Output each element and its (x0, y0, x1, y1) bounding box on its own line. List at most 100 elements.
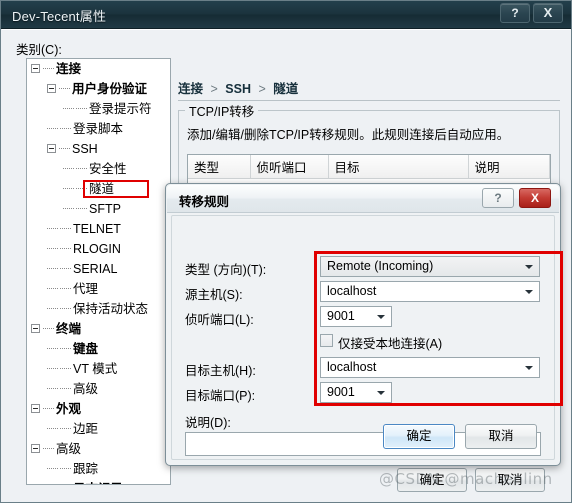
expander-icon[interactable] (31, 404, 40, 414)
tree-item[interactable]: 跟踪 (27, 459, 170, 479)
listen-port-combobox[interactable]: 9001 (320, 306, 392, 327)
chevron-down-icon (377, 391, 385, 395)
window-help-button[interactable]: ? (500, 3, 530, 23)
breadcrumb-tunnel: 隧道 (273, 82, 299, 96)
window-close-button[interactable]: X (533, 3, 563, 23)
source-host-combobox[interactable]: localhost (320, 281, 540, 302)
tree-connector (63, 107, 74, 109)
dest-port-label: 目标端口(P): (185, 389, 256, 403)
tree-connector (47, 287, 58, 289)
tree-item-label: 高级 (73, 382, 99, 396)
dest-host-combobox[interactable]: localhost (320, 357, 540, 378)
table-column-header[interactable]: 目标 (328, 155, 469, 179)
tree-item-label: 保持活动状态 (73, 302, 149, 316)
tree-item[interactable]: 终端 (27, 319, 170, 339)
dest-host-label: 目标主机(H): (185, 364, 256, 378)
tree-connector (60, 347, 71, 349)
tree-connector (60, 247, 71, 249)
expander-icon[interactable] (31, 324, 40, 334)
dialog-close-button[interactable]: X (519, 188, 551, 208)
tree-connector (43, 407, 54, 409)
listen-port-label: 侦听端口(L): (185, 313, 254, 327)
tree-item[interactable]: 高级 (27, 439, 170, 459)
tree-connector (60, 427, 71, 429)
tree-item-label: 安全性 (89, 162, 127, 176)
tree-connector (63, 167, 74, 169)
expander-icon[interactable] (31, 64, 40, 74)
tree-item-label: 边距 (73, 422, 99, 436)
tree-connector (43, 67, 54, 69)
chevron-down-icon (525, 366, 533, 370)
tree-item[interactable]: 登录提示符 (27, 99, 170, 119)
tree-item-label: 终端 (56, 322, 82, 336)
tree-connector (47, 467, 58, 469)
tree-connector (60, 387, 71, 389)
tree-item[interactable]: SFTP (27, 199, 170, 219)
type-combobox[interactable]: Remote (Incoming) (320, 256, 540, 277)
table-header-row: 类型 侦听端口 目标 说明 (188, 155, 550, 179)
tree-item[interactable]: 外观 (27, 399, 170, 419)
expander-icon[interactable] (31, 444, 40, 454)
tree-connector (63, 187, 74, 189)
type-label: 类型 (方向)(T): (185, 263, 267, 277)
group-legend: TCP/IP转移 (185, 101, 259, 120)
field-row-source-host: 源主机(S): localhost (172, 281, 554, 305)
tree-item-label: 登录提示符 (89, 102, 152, 116)
category-label: 类别(C): (16, 43, 62, 57)
tree-connector (60, 467, 71, 469)
tree-item-label: 日志记录 (73, 482, 123, 484)
tree-item[interactable]: SSH (27, 139, 170, 159)
tree-connector (47, 307, 58, 309)
window-titlebar: Dev-Tecent属性 ? X (1, 1, 571, 29)
table-column-header[interactable]: 类型 (188, 155, 251, 179)
tree-item[interactable]: 登录脚本 (27, 119, 170, 139)
tree-item[interactable]: 隧道 (27, 179, 170, 199)
chevron-down-icon (377, 315, 385, 319)
tree-connector (47, 247, 58, 249)
breadcrumb-separator: > (210, 82, 218, 96)
tree-item-label: 键盘 (73, 342, 99, 356)
window-title: Dev-Tecent属性 (12, 9, 107, 24)
tree-connector (43, 327, 54, 329)
tree-item[interactable]: VT 模式 (27, 359, 170, 379)
tree-item-label: 跟踪 (73, 462, 99, 476)
window-ok-button[interactable]: 确定 (397, 468, 467, 492)
tree-item[interactable]: 安全性 (27, 159, 170, 179)
checkbox-icon[interactable] (320, 334, 333, 347)
tree-item-label: 连接 (56, 62, 82, 76)
tree-item[interactable]: 连接 (27, 59, 170, 79)
tree-item-label: 登录脚本 (73, 122, 124, 136)
tree-item[interactable]: TELNET (27, 219, 170, 239)
tree-item[interactable]: 高级 (27, 379, 170, 399)
dialog-ok-button[interactable]: 确定 (383, 424, 455, 449)
table-column-header[interactable]: 说明 (468, 155, 550, 179)
table-column-header[interactable]: 侦听端口 (250, 155, 329, 179)
tree-item[interactable]: 边距 (27, 419, 170, 439)
listen-port-value: 9001 (327, 309, 355, 323)
tree-item[interactable]: 键盘 (27, 339, 170, 359)
breadcrumb-separator-2: > (258, 82, 266, 96)
tree-connector (76, 187, 87, 189)
dialog-cancel-button[interactable]: 取消 (465, 424, 537, 449)
field-row-listen-port: 侦听端口(L): 9001 (172, 306, 554, 330)
tree-connector (47, 387, 58, 389)
window-cancel-button[interactable]: 取消 (475, 468, 545, 492)
tree-connector (60, 367, 71, 369)
field-row-type: 类型 (方向)(T): Remote (Incoming) (172, 256, 554, 280)
field-row-local-only: 仅接受本地连接(A) (172, 332, 554, 356)
group-description: 添加/编辑/删除TCP/IP转移规则。此规则连接后自动应用。 (187, 128, 510, 142)
tree-item-label: 外观 (56, 402, 82, 416)
tree-connector (59, 87, 70, 89)
expander-icon[interactable] (47, 144, 56, 154)
dialog-help-button[interactable]: ? (482, 188, 514, 208)
tree-item[interactable]: SERIAL (27, 259, 170, 279)
tree-item[interactable]: 用户身份验证 (27, 79, 170, 99)
tree-item[interactable]: 保持活动状态 (27, 299, 170, 319)
tree-item[interactable]: 代理 (27, 279, 170, 299)
expander-icon[interactable] (47, 84, 56, 94)
tree-item[interactable]: 日志记录 (27, 479, 170, 484)
dest-port-combobox[interactable]: 9001 (320, 382, 392, 403)
tree-item[interactable]: RLOGIN (27, 239, 170, 259)
category-tree[interactable]: 连接用户身份验证登录提示符登录脚本 SSH 安全性隧道 SFTP TELNET RLOGI… (26, 58, 171, 485)
dialog-titlebar: 转移规则 ? X (167, 185, 559, 213)
